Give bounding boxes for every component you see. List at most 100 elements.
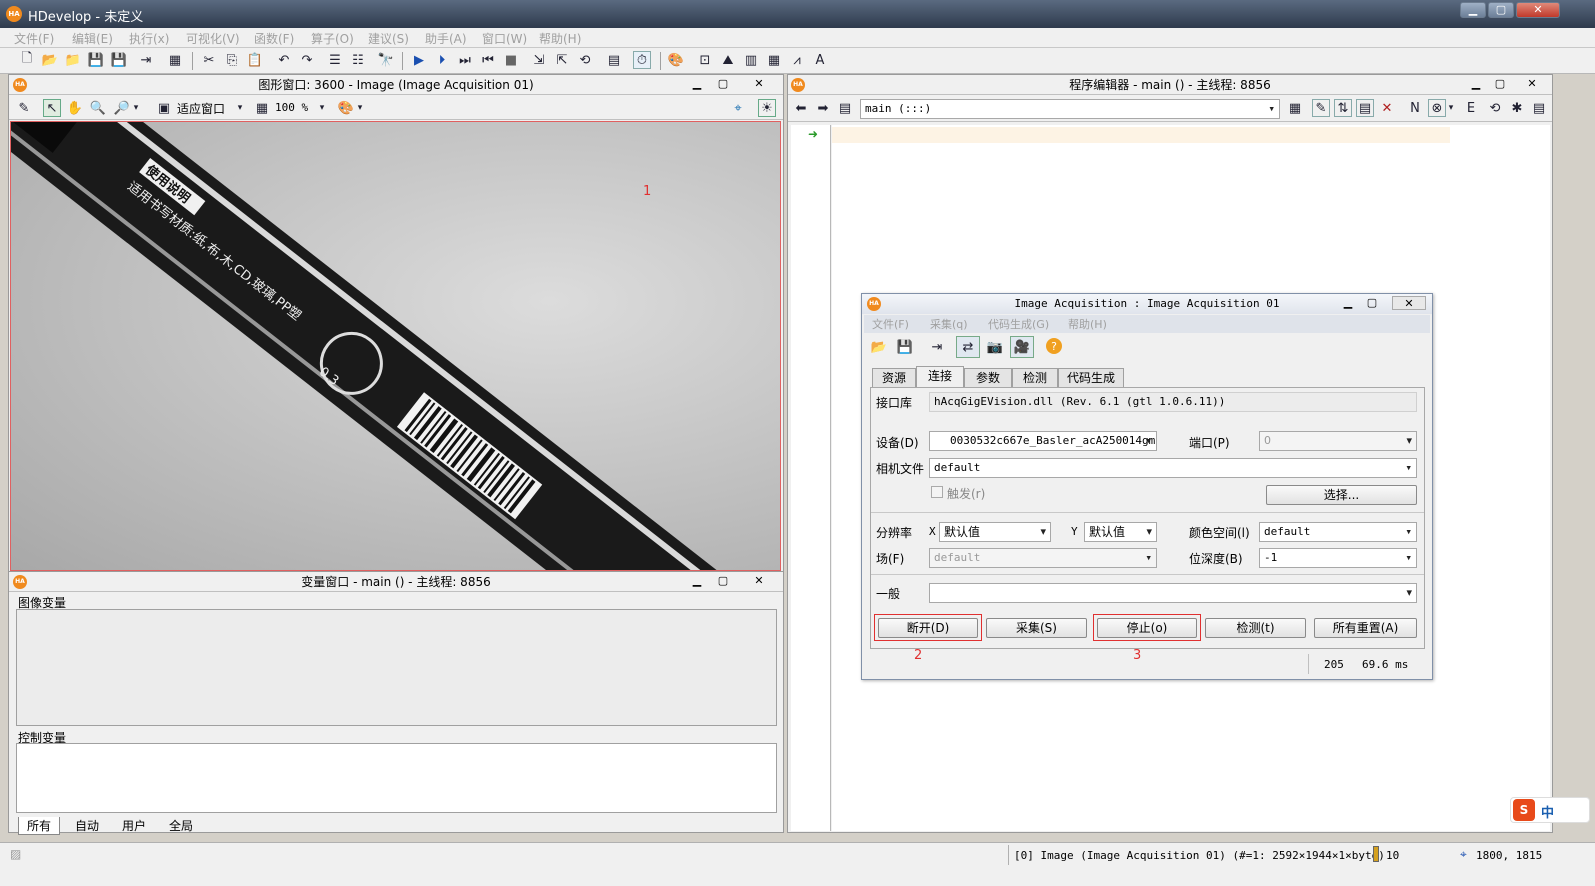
zoom-icon[interactable]: 🔎	[113, 99, 131, 117]
device-select[interactable]: 0030532c667e_Basler_acA250014gm	[929, 431, 1157, 451]
execute-icon[interactable]: E	[1462, 99, 1480, 117]
reset-all-button[interactable]: 所有重置(A)	[1314, 618, 1417, 638]
general-select[interactable]	[929, 583, 1417, 603]
tab-parameters[interactable]: 参数	[964, 368, 1012, 387]
dialog-minimize-button[interactable]: ▁	[1340, 296, 1356, 310]
properties-icon[interactable]: ▦	[166, 51, 184, 69]
doc-icon[interactable]: ▤	[1530, 99, 1548, 117]
menu-visualize[interactable]: 可视化(V)	[186, 30, 240, 47]
line-profile-icon[interactable]: ⩘	[788, 51, 806, 69]
tool-icon[interactable]: ✕	[1378, 99, 1396, 117]
chevron-down-icon[interactable]: ▾	[1446, 99, 1456, 117]
menu-window[interactable]: 窗口(W)	[482, 30, 527, 47]
trigger-checkbox[interactable]	[931, 486, 943, 498]
feature-histogram-icon[interactable]: ▥	[742, 51, 760, 69]
open-icon[interactable]: 📂	[41, 51, 59, 69]
tab-all[interactable]: 所有	[18, 817, 61, 835]
history-icon[interactable]: ⟲	[1486, 99, 1504, 117]
redo-icon[interactable]: ↷	[298, 51, 316, 69]
stop-button[interactable]: 停止(o)	[1097, 618, 1197, 638]
color-settings-icon[interactable]: 🎨	[337, 99, 355, 117]
pointer-icon[interactable]: ↖	[43, 99, 61, 117]
settings-icon[interactable]: ☀	[758, 99, 776, 117]
chevron-down-icon[interactable]: ▾	[355, 99, 365, 117]
tab-global[interactable]: 全局	[161, 817, 201, 834]
x-resolution-select[interactable]: 默认值	[939, 522, 1051, 542]
menu-execute[interactable]: 执行(x)	[129, 30, 169, 47]
panel-minimize-button[interactable]: ▁	[689, 77, 705, 91]
feature-inspection-icon[interactable]: ▦	[765, 51, 783, 69]
image-variables-area[interactable]	[16, 609, 777, 726]
panel-close-button[interactable]: ✕	[1524, 77, 1540, 91]
color-space-select[interactable]: default	[1259, 522, 1417, 542]
tab-auto[interactable]: 自动	[67, 817, 107, 834]
dialog-menu-acquire[interactable]: 采集(q)	[930, 316, 968, 332]
profiler-icon[interactable]: ▤	[605, 51, 623, 69]
menu-help[interactable]: 帮助(H)	[539, 30, 581, 47]
forward-arrow-icon[interactable]: ➡	[814, 99, 832, 117]
edit-icon[interactable]: ✎	[15, 99, 33, 117]
ocr-icon[interactable]: A	[811, 51, 829, 69]
stop-icon[interactable]: ■	[502, 51, 520, 69]
dialog-menu-file[interactable]: 文件(F)	[872, 316, 909, 332]
panel-minimize-button[interactable]: ▁	[689, 574, 705, 588]
tab-user[interactable]: 用户	[114, 817, 154, 834]
fit-window-label[interactable]: 适应窗口	[177, 100, 225, 117]
view-options-icon[interactable]: ⊗	[1428, 99, 1446, 117]
ime-language[interactable]: 中	[1541, 802, 1554, 821]
port-select[interactable]: 0	[1259, 431, 1417, 451]
save-icon[interactable]: 💾	[896, 338, 914, 356]
control-variables-area[interactable]	[16, 743, 777, 813]
chevron-down-icon[interactable]: ▾	[317, 99, 327, 117]
step-back-icon[interactable]: ⏮	[479, 51, 497, 69]
gray-histogram-icon[interactable]: ⛰	[719, 51, 737, 69]
reset-program-icon[interactable]: ⟲	[576, 51, 594, 69]
bug-icon[interactable]: ✱	[1508, 99, 1526, 117]
panel-close-button[interactable]: ✕	[751, 77, 767, 91]
panel-maximize-button[interactable]: ▢	[715, 574, 731, 588]
dialog-maximize-button[interactable]: ▢	[1364, 296, 1380, 310]
dialog-close-button[interactable]: ✕	[1392, 296, 1426, 310]
dialog-menu-codegen[interactable]: 代码生成(G)	[988, 316, 1049, 332]
magnify-icon[interactable]: 🔍	[89, 99, 107, 117]
chevron-down-icon[interactable]: ▾	[235, 99, 245, 117]
menu-file[interactable]: 文件(F)	[14, 30, 54, 47]
save-icon[interactable]: 💾	[87, 51, 105, 69]
step-into-icon[interactable]: ⇲	[530, 51, 548, 69]
y-resolution-select[interactable]: 默认值	[1084, 522, 1157, 542]
inspect-button[interactable]: 检测(t)	[1205, 618, 1306, 638]
export-icon[interactable]: ⇥	[137, 51, 155, 69]
new-icon[interactable]: 🗋	[18, 51, 36, 69]
copy-icon[interactable]: ⎘	[223, 51, 241, 69]
tab-inspect[interactable]: 检测	[1012, 368, 1058, 387]
procedure-select[interactable]: main (:::)	[860, 99, 1280, 119]
acquire-button[interactable]: 采集(S)	[986, 618, 1087, 638]
line-numbers-icon[interactable]: ▤	[1356, 99, 1374, 117]
visualization-icon[interactable]: 🎨	[667, 51, 685, 69]
field-select[interactable]: default	[929, 548, 1157, 568]
procedure-list-icon[interactable]: ▤	[836, 99, 854, 117]
chevron-down-icon[interactable]: ▾	[131, 99, 141, 117]
maximize-button[interactable]: ▢	[1488, 2, 1514, 18]
cut-icon[interactable]: ✂	[200, 51, 218, 69]
select-button[interactable]: 选择...	[1266, 485, 1417, 505]
panel-maximize-button[interactable]: ▢	[715, 77, 731, 91]
open-folder-icon[interactable]: 📂	[870, 338, 888, 356]
open-example-icon[interactable]: 📁	[64, 51, 82, 69]
menu-suggestions[interactable]: 建议(S)	[368, 30, 409, 47]
panel-close-button[interactable]: ✕	[751, 574, 767, 588]
tab-connection[interactable]: 连接	[916, 366, 964, 388]
menu-functions[interactable]: 函数(F)	[254, 30, 294, 47]
fit-window-icon[interactable]: ▣	[155, 99, 173, 117]
step-out-icon[interactable]: ⇱	[553, 51, 571, 69]
paste-icon[interactable]: 📋	[246, 51, 264, 69]
insert-code-icon[interactable]: ⇥	[928, 338, 946, 356]
dialog-menu-help[interactable]: 帮助(H)	[1068, 316, 1107, 332]
zoom-level-icon[interactable]: ▦	[253, 99, 271, 117]
back-arrow-icon[interactable]: ⬅	[792, 99, 810, 117]
tab-source[interactable]: 资源	[872, 368, 916, 387]
zoom-level-value[interactable]: 100 %	[275, 101, 308, 114]
run-to-insert-icon[interactable]: ⏵	[433, 51, 451, 69]
uncomment-icon[interactable]: ☷	[349, 51, 367, 69]
menu-operators[interactable]: 算子(O)	[311, 30, 354, 47]
